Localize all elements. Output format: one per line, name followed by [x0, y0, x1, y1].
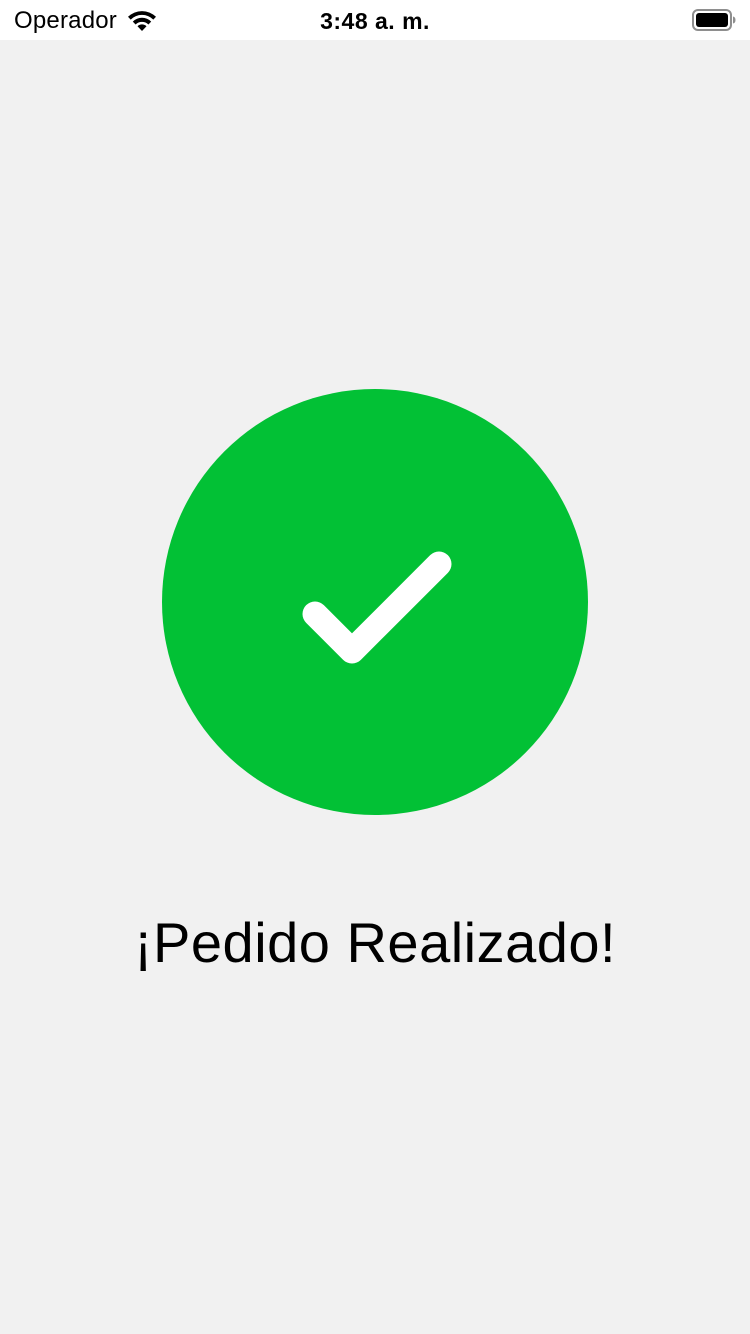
battery-icon: [692, 9, 736, 31]
order-placed-title: ¡Pedido Realizado!: [133, 911, 617, 974]
status-bar: Operador 3:48 a. m.: [0, 0, 750, 40]
success-circle: [162, 389, 588, 815]
status-time: 3:48 a. m.: [320, 8, 430, 34]
order-confirmation-screen: ¡Pedido Realizado!: [0, 40, 750, 1334]
checkmark-icon: [302, 551, 452, 664]
